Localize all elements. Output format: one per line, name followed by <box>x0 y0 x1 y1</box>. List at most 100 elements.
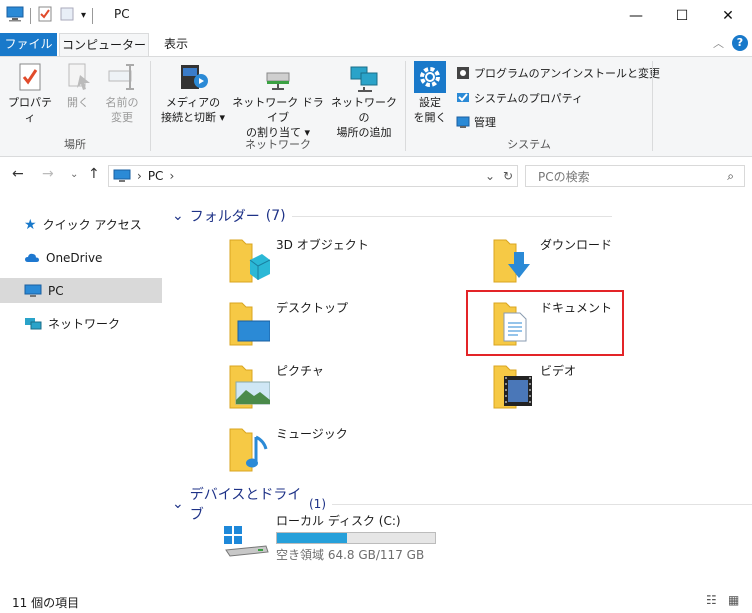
media-connect-button[interactable]: メディアの 接続と切断 ▾ <box>155 61 231 125</box>
tab-computer[interactable]: コンピューター <box>59 33 149 56</box>
nav-label-network: ネットワーク <box>48 317 121 331</box>
folder-label: ビデオ <box>540 364 577 378</box>
star-icon: ★ <box>24 216 37 233</box>
maximize-button[interactable]: ☐ <box>659 0 705 31</box>
navigation-bar: ← → ⌄ ↑ › PC › ⌄ ↻ PCの検索 ⌕ <box>0 160 752 192</box>
tab-view[interactable]: 表示 <box>153 33 199 56</box>
uninstall-label: プログラムのアンインストールと変更 <box>474 67 661 80</box>
new-folder-qat-icon[interactable] <box>59 6 75 25</box>
uninstall-icon <box>457 67 469 79</box>
pc-icon[interactable] <box>6 6 24 25</box>
map-label-1: ネットワーク ドライブ <box>232 96 324 124</box>
addloc-label-1: ネットワークの <box>331 96 397 124</box>
rename-icon <box>108 64 134 90</box>
title-bar: ▾ PC — ☐ ✕ <box>0 0 752 31</box>
large-icons-view-icon[interactable]: ▦ <box>728 593 739 607</box>
network-icon <box>25 317 42 329</box>
network-location-icon <box>350 66 378 92</box>
open-icon <box>68 63 90 90</box>
folder-music[interactable]: ミュージック <box>226 423 476 481</box>
properties-button[interactable]: プロパティ <box>4 61 56 125</box>
downloads-folder-icon <box>493 239 530 283</box>
nav-label-onedrive: OneDrive <box>46 250 103 265</box>
add-network-location-button[interactable]: ネットワークの 場所の追加 <box>327 61 401 140</box>
manage-label: 管理 <box>474 116 496 129</box>
folder-3d-objects[interactable]: 3D オブジェクト <box>226 234 476 292</box>
group-system-label: システム <box>507 138 551 151</box>
media-label-2: 接続と切断 ▾ <box>160 111 226 124</box>
folder-downloads[interactable]: ダウンロード <box>490 234 740 292</box>
folder-desktop[interactable]: デスクトップ <box>226 297 476 355</box>
close-button[interactable]: ✕ <box>705 0 751 31</box>
window-title: PC <box>114 7 130 21</box>
folder-label: ダウンロード <box>540 238 613 252</box>
properties-qat-icon[interactable] <box>37 6 53 25</box>
folder-videos[interactable]: ビデオ <box>490 360 740 418</box>
refresh-icon[interactable]: ↻ <box>503 169 513 183</box>
forward-arrow-icon[interactable]: → <box>42 166 54 182</box>
tab-file[interactable]: ファイル <box>0 33 57 56</box>
address-dropdown-icon[interactable]: ⌄ <box>485 169 495 183</box>
navigation-pane: ★ クイック アクセス OneDrive PC ネットワーク <box>0 200 162 580</box>
nav-item-onedrive[interactable]: OneDrive <box>0 245 162 270</box>
properties-label: プロパティ <box>8 96 52 124</box>
help-icon[interactable]: ? <box>732 35 748 51</box>
folders-header-text: フォルダー <box>189 209 260 225</box>
drive-local-disk-c[interactable]: ローカル ディスク (C:) 空き領域 64.8 GB/117 GB <box>222 512 462 564</box>
3d-objects-folder-icon <box>229 239 271 283</box>
music-folder-icon <box>229 428 268 472</box>
nav-label-pc: PC <box>48 283 64 298</box>
breadcrumb-pc[interactable]: PC <box>148 169 164 183</box>
pictures-folder-icon <box>229 365 271 409</box>
qat-separator <box>92 7 94 24</box>
uninstall-program-button[interactable]: プログラムのアンインストールと変更 <box>456 65 660 81</box>
collapse-ribbon-icon[interactable]: ︿ <box>713 35 724 51</box>
customize-qat-icon[interactable]: ▾ <box>81 10 86 21</box>
up-arrow-icon[interactable]: ↑ <box>88 166 100 182</box>
settings-label-1: 設定 <box>419 96 441 109</box>
recent-locations-icon[interactable]: ⌄ <box>70 169 78 180</box>
drive-name: ローカル ディスク (C:) <box>276 514 401 528</box>
folder-pictures[interactable]: ピクチャ <box>226 360 476 418</box>
settings-gear-icon <box>414 61 446 93</box>
minimize-button[interactable]: — <box>613 0 659 31</box>
pc-address-icon <box>113 169 131 182</box>
section-divider <box>291 215 612 217</box>
desktop-folder-icon <box>229 302 271 346</box>
open-button[interactable]: 開く <box>58 61 98 110</box>
status-bar: 11 個の項目 ☷ ▦ <box>0 590 752 613</box>
open-label: 開く <box>67 96 89 109</box>
rename-button[interactable]: 名前の 変更 <box>98 61 146 125</box>
ribbon-tabs: ファイル コンピューター 表示 ︿ ? <box>0 31 752 56</box>
open-settings-button[interactable]: 設定 を開く <box>410 61 450 125</box>
nav-item-quick-access[interactable]: ★ クイック アクセス <box>0 212 162 237</box>
nav-item-pc[interactable]: PC <box>0 278 162 303</box>
media-icon <box>181 65 208 89</box>
rename-label-1: 名前の <box>105 96 139 109</box>
search-placeholder: PCの検索 <box>538 169 590 184</box>
devices-count: (1) <box>309 497 326 511</box>
folder-label: ピクチャ <box>276 364 324 378</box>
videos-folder-icon <box>493 365 532 409</box>
search-icon[interactable]: ⌕ <box>727 169 734 184</box>
section-divider <box>332 503 752 505</box>
network-drive-icon <box>266 72 290 90</box>
address-bar[interactable]: › PC › ⌄ ↻ <box>108 165 518 187</box>
drive-usage-bar <box>276 532 436 544</box>
map-drive-button[interactable]: ネットワーク ドライブ の割り当て ▾ <box>231 61 325 140</box>
manage-button[interactable]: 管理 <box>456 114 496 130</box>
search-box[interactable]: PCの検索 ⌕ <box>525 165 745 187</box>
properties-icon <box>19 63 41 91</box>
nav-item-network[interactable]: ネットワーク <box>0 311 162 336</box>
breadcrumb-chevron-icon[interactable]: › <box>169 169 174 183</box>
system-properties-button[interactable]: システムのプロパティ <box>456 90 583 106</box>
group-network: メディアの 接続と切断 ▾ ネットワーク ドライブ の割り当て ▾ ネットワーク… <box>151 57 405 156</box>
quick-access-toolbar: ▾ <box>6 6 94 25</box>
back-arrow-icon[interactable]: ← <box>12 166 24 182</box>
group-separator <box>652 61 653 151</box>
details-view-icon[interactable]: ☷ <box>706 593 717 607</box>
rename-label-2: 変更 <box>111 111 133 124</box>
system-properties-icon <box>457 93 469 102</box>
drive-usage-fill <box>277 533 348 543</box>
folders-section-header[interactable]: ⌄ フォルダー (7) <box>172 206 612 226</box>
